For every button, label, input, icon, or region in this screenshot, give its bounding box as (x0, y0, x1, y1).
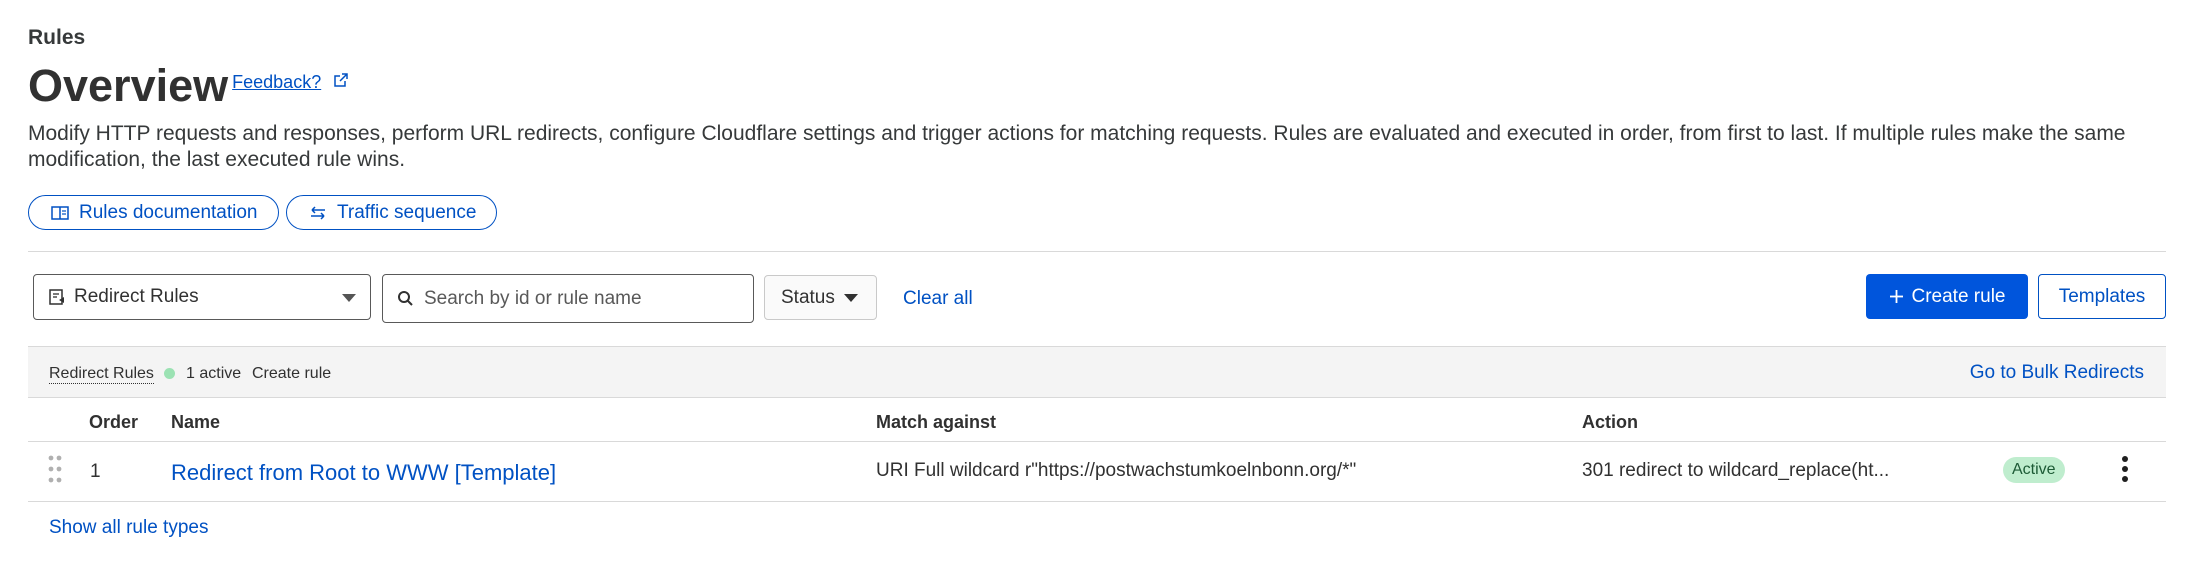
column-header-name: Name (171, 412, 221, 432)
rules-documentation-label: Rules documentation (79, 201, 258, 223)
templates-button[interactable]: Templates (2038, 274, 2166, 319)
group-header: Redirect Rules 1 active Create rule Go t… (28, 346, 2166, 398)
divider (28, 251, 2166, 252)
rules-documentation-button[interactable]: Rules documentation (28, 195, 279, 230)
title-row: Overview Feedback? (28, 58, 349, 114)
drag-handle-icon[interactable] (48, 454, 62, 484)
search-icon (398, 291, 413, 306)
create-rule-button[interactable]: Create rule (1866, 274, 2028, 319)
clear-all-link[interactable]: Clear all (903, 288, 973, 310)
chevron-down-icon (844, 294, 858, 302)
header-divider (28, 441, 2166, 442)
page-title: Overview (28, 60, 229, 111)
swap-arrows-icon (311, 205, 325, 220)
breadcrumb: Rules (28, 26, 86, 49)
plus-icon (1889, 290, 1903, 303)
rule-type-select[interactable]: Redirect Rules (33, 274, 371, 320)
status-filter-label: Status (781, 286, 835, 308)
external-link-icon[interactable] (333, 72, 349, 88)
column-header-action: Action (1582, 412, 1638, 432)
group-create-rule-link[interactable]: Create rule (252, 365, 331, 383)
more-options-icon[interactable] (2119, 455, 2131, 483)
rule-name-link[interactable]: Redirect from Root to WWW [Template] (171, 460, 556, 486)
rule-match: URI Full wildcard r"https://postwachstum… (876, 460, 1357, 481)
rule-action: 301 redirect to wildcard_replace(ht... (1582, 460, 1890, 481)
rule-type-selected: Redirect Rules (74, 286, 199, 307)
active-count: 1 active (186, 365, 242, 382)
group-name[interactable]: Redirect Rules (49, 365, 154, 384)
redirect-rules-icon (49, 289, 64, 305)
row-divider (28, 501, 2166, 502)
traffic-sequence-button[interactable]: Traffic sequence (286, 195, 498, 230)
bulk-redirects-link[interactable]: Go to Bulk Redirects (1970, 362, 2144, 384)
page-description: Modify HTTP requests and responses, perf… (28, 122, 2126, 171)
feedback-link[interactable]: Feedback? (232, 72, 321, 93)
rule-order: 1 (90, 461, 101, 482)
create-rule-label: Create rule (1911, 285, 2006, 307)
status-dot (164, 368, 175, 379)
chevron-down-icon (342, 294, 356, 302)
show-all-rule-types-link[interactable]: Show all rule types (49, 517, 208, 539)
traffic-sequence-label: Traffic sequence (337, 201, 477, 223)
search-input[interactable] (424, 287, 744, 310)
status-filter-button[interactable]: Status (764, 275, 877, 320)
status-badge: Active (2003, 457, 2065, 483)
column-header-order: Order (89, 412, 139, 432)
book-icon (51, 205, 69, 220)
search-box[interactable] (382, 274, 754, 323)
column-header-match: Match against (876, 412, 997, 432)
